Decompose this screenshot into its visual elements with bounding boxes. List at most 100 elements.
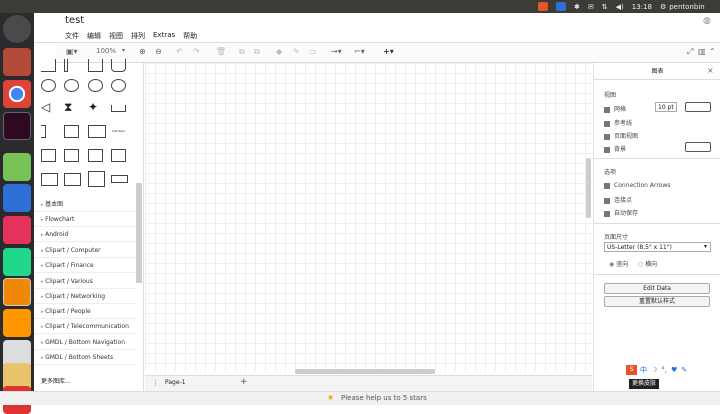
redo-icon[interactable]: ↷: [193, 47, 200, 56]
connection-arrows-row[interactable]: Connection Arrows: [604, 182, 670, 189]
intellij-icon[interactable]: [3, 216, 31, 244]
files-icon[interactable]: [3, 48, 31, 76]
zoom-dropdown-icon[interactable]: ▾: [122, 47, 125, 54]
reset-style-button[interactable]: 重置默认样式: [604, 296, 710, 307]
shape-list[interactable]: [88, 125, 106, 138]
globe-icon[interactable]: ◍: [703, 16, 711, 26]
shape-box-open[interactable]: [88, 59, 103, 72]
shape-circle-line[interactable]: [88, 79, 103, 92]
grid-color-button[interactable]: [685, 102, 711, 112]
library-section-4[interactable]: Clipart / Finance: [34, 258, 136, 273]
more-shapes-link[interactable]: 更多图库...: [41, 376, 71, 385]
waypoints-icon[interactable]: ⌐▾: [354, 47, 365, 56]
shape-rounded-open[interactable]: [111, 59, 126, 72]
pycharm-icon[interactable]: [3, 248, 31, 276]
shadow-icon[interactable]: ▭: [309, 47, 317, 56]
library-section-9[interactable]: GMDL / Bottom Navigation: [34, 335, 136, 350]
shape-table-v[interactable]: [88, 149, 103, 162]
menu-help[interactable]: 帮助: [183, 31, 197, 41]
menu-view[interactable]: 视图: [109, 31, 123, 41]
punctuation-icon[interactable]: °,: [661, 366, 667, 374]
shape-circle-cross[interactable]: [41, 79, 56, 92]
skin-icon[interactable]: ♥: [671, 366, 677, 374]
shape-hourglass[interactable]: ⧗: [64, 101, 79, 114]
wrench-icon[interactable]: ✎: [681, 366, 687, 374]
insert-icon[interactable]: +▾: [383, 47, 394, 56]
connection-points-row[interactable]: 连接点: [604, 195, 632, 204]
library-section-3[interactable]: Clipart / Computer: [34, 243, 136, 258]
menu-file[interactable]: 文件: [65, 31, 79, 41]
shape-bracket-flat[interactable]: [111, 105, 126, 112]
shape-table-v2[interactable]: [111, 149, 126, 162]
zoom-in-icon[interactable]: ⊕: [139, 47, 146, 56]
collapse-icon[interactable]: ⌃: [709, 47, 716, 56]
library-section-6[interactable]: Clipart / Networking: [34, 289, 136, 304]
format-panel-toggle-icon[interactable]: ▥: [698, 47, 706, 56]
portrait-radio[interactable]: ◉ 竖向: [609, 259, 628, 268]
wps-writer-icon[interactable]: [3, 184, 31, 212]
bluetooth-icon[interactable]: ✱: [574, 3, 580, 11]
shape-bracket[interactable]: [64, 59, 68, 72]
zoom-select[interactable]: 100%: [96, 47, 116, 55]
network-icon[interactable]: ⇅: [602, 3, 608, 11]
android-studio-icon[interactable]: [3, 153, 31, 181]
menu-arrange[interactable]: 排列: [131, 31, 145, 41]
add-page-icon[interactable]: +: [240, 377, 248, 387]
shape-circle-vline[interactable]: [111, 79, 126, 92]
close-icon[interactable]: ×: [707, 66, 714, 75]
shape-class3[interactable]: [111, 175, 128, 183]
terminal-icon[interactable]: [3, 112, 31, 140]
library-section-1[interactable]: Flowchart: [34, 212, 136, 227]
menu-extras[interactable]: Extras: [153, 31, 175, 41]
dash-home-icon[interactable]: [3, 15, 31, 43]
fullscreen-icon[interactable]: ⤢: [687, 47, 693, 57]
moon-icon[interactable]: ☽: [651, 366, 657, 374]
pageview-checkbox-row[interactable]: 页面视图: [604, 131, 638, 140]
connection-style-icon[interactable]: →▾: [331, 47, 342, 56]
shape-container[interactable]: [64, 125, 79, 138]
menu-edit[interactable]: 编辑: [87, 31, 101, 41]
undo-icon[interactable]: ↶: [176, 47, 183, 56]
library-section-5[interactable]: Clipart / Various: [34, 274, 136, 289]
edit-data-button[interactable]: Edit Data: [604, 283, 710, 294]
chrome-icon[interactable]: [3, 80, 31, 108]
wps-icon[interactable]: [556, 2, 566, 11]
library-section-10[interactable]: GMDL / Bottom Sheets: [34, 350, 136, 365]
canvas-v-scrollbar[interactable]: [586, 158, 591, 218]
zoom-out-icon[interactable]: ⊖: [155, 47, 162, 56]
shape-table-h[interactable]: [41, 149, 56, 162]
shape-table-h2[interactable]: [64, 149, 79, 162]
shape-tee[interactable]: [41, 59, 56, 72]
shape-star4[interactable]: ✦: [88, 101, 103, 114]
fill-color-icon[interactable]: ◆: [276, 47, 282, 56]
shape-circle-x[interactable]: [64, 79, 79, 92]
library-section-2[interactable]: Android: [34, 227, 136, 242]
chinese-mode-icon[interactable]: 中: [640, 365, 647, 375]
background-color-button[interactable]: [685, 142, 711, 152]
to-back-icon[interactable]: ⧉: [254, 47, 260, 57]
shape-class2[interactable]: [64, 173, 81, 186]
autosave-row[interactable]: 自动保存: [604, 208, 638, 217]
grid-size-input[interactable]: 10 pt: [655, 102, 677, 112]
pages-menu-icon[interactable]: ⋮: [152, 379, 159, 387]
guides-checkbox-row[interactable]: 参考线: [604, 118, 632, 127]
library-scrollbar[interactable]: [136, 183, 142, 283]
drawio-icon[interactable]: [3, 278, 31, 306]
diagram-canvas[interactable]: [145, 63, 592, 374]
mail-icon[interactable]: ✉: [588, 3, 594, 11]
page-size-select[interactable]: US-Letter (8,5" x 11"): [604, 242, 711, 252]
library-section-0[interactable]: 基本图: [34, 197, 136, 212]
to-front-icon[interactable]: ⧉: [239, 47, 245, 57]
line-color-icon[interactable]: ✎: [293, 47, 300, 56]
landscape-radio[interactable]: ○ 横向: [638, 259, 657, 268]
volume-icon[interactable]: ◀): [616, 3, 624, 11]
user-name[interactable]: pentonbin: [669, 3, 704, 11]
page-tab[interactable]: Page-1: [165, 379, 186, 386]
shape-list-item[interactable]: List Item: [112, 129, 125, 133]
background-checkbox-row[interactable]: 背景: [604, 144, 626, 153]
library-section-7[interactable]: Clipart / People: [34, 304, 136, 319]
shape-tree[interactable]: [88, 171, 105, 187]
checkbox-icon[interactable]: [604, 106, 610, 113]
page-view-icon[interactable]: ▣▾: [66, 47, 78, 56]
ime-icon[interactable]: [538, 2, 548, 11]
